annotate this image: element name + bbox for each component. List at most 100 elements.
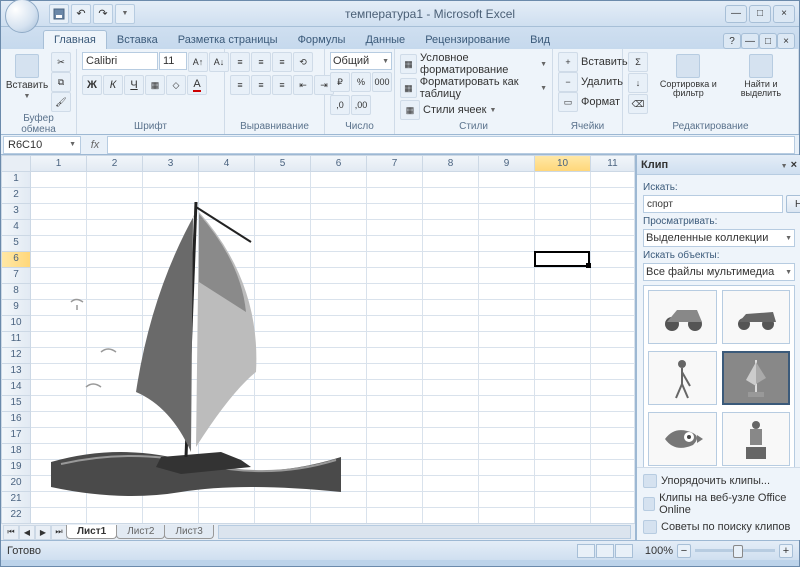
row-header[interactable]: 10 [1, 316, 31, 332]
cell[interactable] [535, 428, 591, 444]
cell[interactable] [479, 412, 535, 428]
cell[interactable] [423, 412, 479, 428]
tab-insert[interactable]: Вставка [107, 31, 168, 49]
column-header[interactable]: 8 [423, 155, 479, 172]
formula-input[interactable] [107, 136, 795, 154]
row-header[interactable]: 13 [1, 364, 31, 380]
cell[interactable] [535, 204, 591, 220]
sheet-tab-2[interactable]: Лист2 [116, 525, 165, 539]
clip-thumb[interactable] [648, 351, 717, 405]
cell[interactable] [479, 300, 535, 316]
percent-icon[interactable]: % [351, 72, 371, 92]
cell[interactable] [591, 348, 635, 364]
column-header[interactable]: 3 [143, 155, 199, 172]
paste-button[interactable]: Вставить ▼ [6, 52, 48, 102]
align-middle-icon[interactable]: ≡ [251, 52, 271, 72]
column-header[interactable]: 10 [535, 155, 591, 172]
tab-formulas[interactable]: Формулы [288, 31, 356, 49]
format-cells-button[interactable]: ▭Формат [558, 92, 620, 112]
cell[interactable] [535, 492, 591, 508]
tab-review[interactable]: Рецензирование [415, 31, 520, 49]
zoom-in-button[interactable]: + [779, 544, 793, 558]
row-header[interactable]: 15 [1, 396, 31, 412]
browse-select[interactable]: Выделенные коллекции▼ [643, 229, 795, 247]
cell[interactable] [423, 268, 479, 284]
row-header[interactable]: 4 [1, 220, 31, 236]
cell[interactable] [535, 300, 591, 316]
inc-decimal-icon[interactable]: ,0 [330, 95, 350, 115]
cell[interactable] [255, 172, 311, 188]
cell[interactable] [367, 284, 423, 300]
cell[interactable] [479, 428, 535, 444]
indent-dec-icon[interactable]: ⇤ [293, 75, 313, 95]
cell[interactable] [367, 316, 423, 332]
cell[interactable] [367, 220, 423, 236]
column-header[interactable]: 7 [367, 155, 423, 172]
row-header[interactable]: 22 [1, 508, 31, 523]
doc-close-button[interactable]: × [777, 33, 795, 49]
office-online-link[interactable]: Клипы на веб-узле Office Online [643, 490, 795, 518]
column-header[interactable]: 11 [591, 155, 635, 172]
cut-icon[interactable]: ✂ [51, 52, 71, 72]
office-button[interactable] [5, 0, 39, 33]
cell[interactable] [591, 220, 635, 236]
name-box[interactable]: R6C10▼ [3, 136, 81, 154]
cell[interactable] [591, 364, 635, 380]
clear-icon[interactable]: ⌫ [628, 94, 648, 114]
row-header[interactable]: 19 [1, 460, 31, 476]
cell[interactable] [535, 172, 591, 188]
minimize-button[interactable]: — [725, 5, 747, 23]
doc-restore-button[interactable]: □ [759, 33, 777, 49]
cell[interactable] [423, 236, 479, 252]
cell[interactable] [367, 412, 423, 428]
cell[interactable] [367, 204, 423, 220]
zoom-out-button[interactable]: − [677, 544, 691, 558]
cell[interactable] [591, 284, 635, 300]
align-left-icon[interactable]: ≡ [230, 75, 250, 95]
cell[interactable] [535, 460, 591, 476]
orientation-icon[interactable]: ⟲ [293, 52, 313, 72]
cell[interactable] [367, 300, 423, 316]
search-go-button[interactable]: Начать [786, 195, 800, 213]
grid[interactable]: 12345678910111213141516171819202122 [1, 172, 635, 523]
number-format-select[interactable]: Общий▼ [330, 52, 392, 70]
tab-nav-last[interactable]: ⏭ [51, 525, 67, 540]
cell[interactable] [423, 332, 479, 348]
cell-styles-button[interactable]: ▦Стили ячеек▼ [400, 100, 496, 120]
tab-home[interactable]: Главная [43, 30, 107, 49]
column-header[interactable]: 2 [87, 155, 143, 172]
align-right-icon[interactable]: ≡ [272, 75, 292, 95]
search-input[interactable] [643, 195, 783, 213]
cell[interactable] [367, 396, 423, 412]
cell[interactable] [367, 364, 423, 380]
cell[interactable] [479, 316, 535, 332]
cell[interactable] [423, 188, 479, 204]
cell[interactable] [367, 332, 423, 348]
row-header[interactable]: 17 [1, 428, 31, 444]
zoom-value[interactable]: 100% [645, 545, 673, 557]
row-header[interactable]: 3 [1, 204, 31, 220]
zoom-slider[interactable] [695, 549, 775, 552]
clip-thumb[interactable] [722, 412, 791, 466]
row-header[interactable]: 2 [1, 188, 31, 204]
copy-icon[interactable]: ⧉ [51, 72, 71, 92]
organize-clips-link[interactable]: Упорядочить клипы... [643, 472, 795, 490]
cell[interactable] [367, 188, 423, 204]
cell[interactable] [479, 444, 535, 460]
cell[interactable] [423, 300, 479, 316]
cell[interactable] [535, 412, 591, 428]
delete-cells-button[interactable]: −Удалить [558, 72, 623, 92]
row-header[interactable]: 11 [1, 332, 31, 348]
save-icon[interactable] [49, 4, 69, 24]
font-color-icon[interactable]: A [187, 75, 207, 95]
comma-icon[interactable]: 000 [372, 72, 392, 92]
cell[interactable] [591, 476, 635, 492]
cell[interactable] [591, 332, 635, 348]
cell[interactable] [479, 380, 535, 396]
cell[interactable] [87, 508, 143, 523]
cell[interactable] [479, 172, 535, 188]
cell[interactable] [591, 316, 635, 332]
sheet-tab-1[interactable]: Лист1 [66, 525, 117, 539]
cell[interactable] [535, 220, 591, 236]
row-header[interactable]: 20 [1, 476, 31, 492]
